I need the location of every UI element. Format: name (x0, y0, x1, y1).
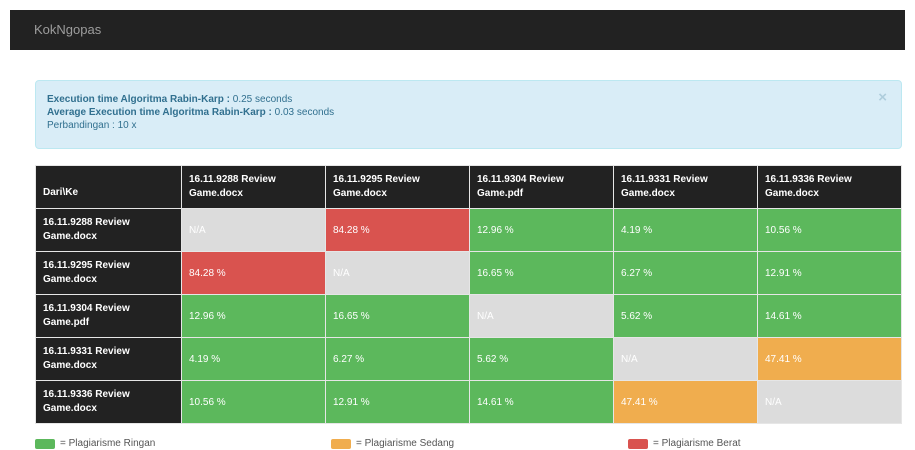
legend-label: = Plagiarisme Sedang (356, 438, 455, 449)
execution-time-line: Execution time Algoritma Rabin-Karp : 0.… (47, 93, 890, 106)
similarity-cell: 4.19 % (613, 208, 758, 252)
legend-item-ringan: = Plagiarisme Ringan (35, 438, 155, 449)
similarity-cell: N/A (613, 337, 758, 381)
average-execution-time-label: Average Execution time Algoritma Rabin-K… (47, 107, 272, 118)
similarity-cell: 84.28 % (325, 208, 470, 252)
table-row: 16.11.9288 Review Game.docx N/A 84.28 % 12.… (35, 208, 902, 252)
table-row: 16.11.9336 Review Game.docx 10.56 % 12.91 … (35, 380, 902, 424)
legend-label: = Plagiarisme Ringan (60, 438, 156, 449)
similarity-cell: 14.61 % (757, 294, 902, 338)
similarity-cell: 84.28 % (181, 251, 326, 295)
average-execution-time-line: Average Execution time Algoritma Rabin-K… (47, 106, 890, 119)
legend-swatch-red (628, 438, 648, 449)
row-header: 16.11.9304 Review Game.pdf (35, 294, 182, 338)
column-header: 16.11.9336 Review Game.docx (757, 165, 902, 209)
column-header: 16.11.9304 Review Game.pdf (469, 165, 614, 209)
legend-swatch-orange (331, 438, 351, 449)
row-header: 16.11.9288 Review Game.docx (35, 208, 182, 252)
execution-time-value: 0.25 seconds (232, 94, 293, 105)
similarity-cell: 10.56 % (757, 208, 902, 252)
navbar: KokNgopas (10, 10, 905, 50)
execution-time-alert: × Execution time Algoritma Rabin-Karp : … (35, 80, 902, 149)
column-header: 16.11.9288 Review Game.docx (181, 165, 326, 209)
table-row: 16.11.9304 Review Game.pdf 12.96 % 16.65 %… (35, 294, 902, 338)
similarity-cell: N/A (325, 251, 470, 295)
similarity-matrix-table: Dari\Ke 16.11.9288 Review Game.docx 16.1… (35, 165, 902, 424)
row-header: 16.11.9331 Review Game.docx (35, 337, 182, 381)
alert-close-button[interactable]: × (878, 90, 887, 105)
row-header: 16.11.9295 Review Game.docx (35, 251, 182, 295)
table-row: 16.11.9295 Review Game.docx 84.28 % N/A 16.… (35, 251, 902, 295)
execution-time-label: Execution time Algoritma Rabin-Karp : (47, 94, 230, 105)
comparison-count-label: Perbandingan : (47, 120, 115, 131)
similarity-cell: 6.27 % (325, 337, 470, 381)
similarity-cell: 5.62 % (613, 294, 758, 338)
similarity-cell: 16.65 % (325, 294, 470, 338)
similarity-cell: 6.27 % (613, 251, 758, 295)
comparison-count-line: Perbandingan : 10 x (47, 119, 890, 132)
comparison-count-value: 10 x (117, 120, 137, 131)
navbar-brand[interactable]: KokNgopas (34, 22, 101, 37)
legend-swatch-green (35, 438, 55, 449)
similarity-cell: N/A (757, 380, 902, 424)
average-execution-time-value: 0.03 seconds (274, 107, 335, 118)
similarity-cell: 4.19 % (181, 337, 326, 381)
similarity-cell: 5.62 % (469, 337, 614, 381)
similarity-cell: 12.96 % (469, 208, 614, 252)
column-header: 16.11.9295 Review Game.docx (325, 165, 470, 209)
table-row: 16.11.9331 Review Game.docx 4.19 % 6.27 % 5… (35, 337, 902, 381)
similarity-cell: N/A (469, 294, 614, 338)
similarity-cell: 47.41 % (613, 380, 758, 424)
similarity-cell: 47.41 % (757, 337, 902, 381)
table-corner-header: Dari\Ke (35, 165, 182, 209)
legend: = Plagiarisme Ringan = Plagiarisme Sedan… (0, 438, 915, 450)
similarity-cell: 10.56 % (181, 380, 326, 424)
row-header: 16.11.9336 Review Game.docx (35, 380, 182, 424)
table-header-row: Dari\Ke 16.11.9288 Review Game.docx 16.1… (35, 165, 902, 209)
similarity-cell: 12.96 % (181, 294, 326, 338)
corner-label: Dari\Ke (43, 187, 79, 198)
legend-item-berat: = Plagiarisme Berat (628, 438, 741, 449)
legend-label: = Plagiarisme Berat (653, 438, 741, 449)
similarity-cell: N/A (181, 208, 326, 252)
similarity-cell: 12.91 % (325, 380, 470, 424)
similarity-cell: 14.61 % (469, 380, 614, 424)
similarity-cell: 12.91 % (757, 251, 902, 295)
column-header: 16.11.9331 Review Game.docx (613, 165, 758, 209)
similarity-cell: 16.65 % (469, 251, 614, 295)
legend-item-sedang: = Plagiarisme Sedang (331, 438, 454, 449)
